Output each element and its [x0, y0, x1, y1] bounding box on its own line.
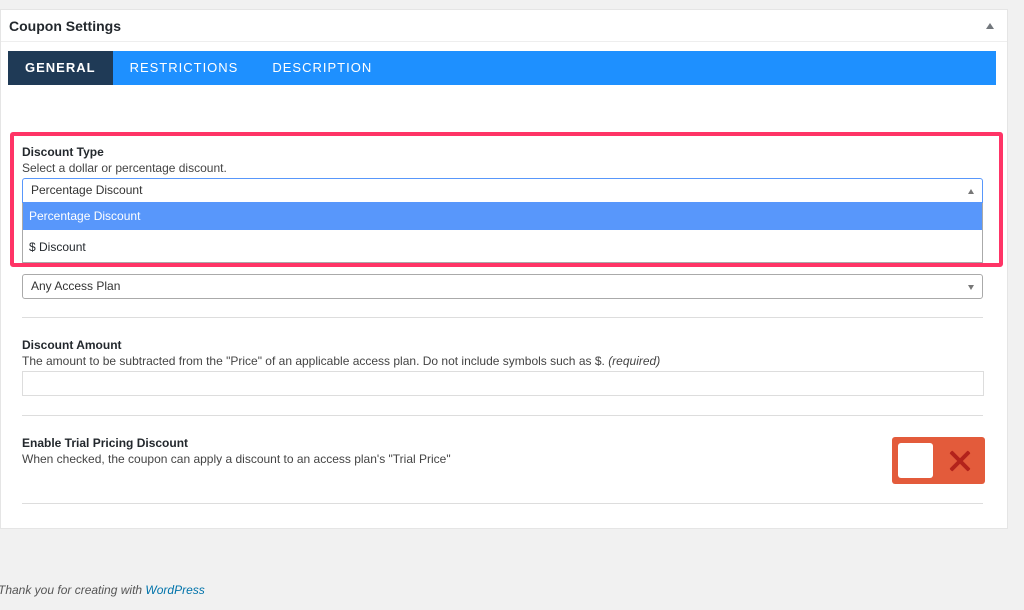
- discount-type-dropdown: Percentage Discount $ Discount: [22, 203, 983, 263]
- trial-pricing-label: Enable Trial Pricing Discount: [22, 436, 189, 450]
- tab-description[interactable]: DESCRIPTION: [255, 51, 389, 85]
- footer-text: Thank you for creating with WordPress: [0, 583, 205, 597]
- discount-type-label: Discount Type: [22, 145, 104, 159]
- access-plan-select[interactable]: Any Access Plan: [22, 274, 983, 299]
- access-plan-selected-value: Any Access Plan: [31, 279, 121, 293]
- required-note: (required): [608, 354, 661, 368]
- trial-pricing-toggle[interactable]: [892, 437, 985, 484]
- divider: [22, 415, 983, 416]
- toggle-knob: [898, 443, 933, 478]
- divider: [22, 317, 983, 318]
- dropdown-option-percentage[interactable]: Percentage Discount: [23, 203, 982, 230]
- collapse-arrow-icon[interactable]: [986, 23, 994, 29]
- settings-tabs: GENERAL RESTRICTIONS DESCRIPTION: [8, 51, 996, 85]
- close-x-icon: [947, 448, 973, 474]
- panel-title: Coupon Settings: [9, 18, 121, 34]
- discount-amount-description: The amount to be subtracted from the "Pr…: [22, 354, 661, 368]
- discount-amount-label: Discount Amount: [22, 338, 122, 352]
- trial-pricing-description: When checked, the coupon can apply a dis…: [22, 452, 451, 466]
- discount-amount-input[interactable]: [22, 371, 984, 396]
- divider: [22, 503, 983, 504]
- tab-restrictions[interactable]: RESTRICTIONS: [113, 51, 256, 85]
- wordpress-link[interactable]: WordPress: [145, 583, 204, 597]
- discount-type-select[interactable]: Percentage Discount: [22, 178, 983, 203]
- chevron-down-icon: [968, 285, 974, 290]
- coupon-settings-panel: Coupon Settings: [0, 9, 1008, 529]
- dropdown-option-dollar[interactable]: $ Discount: [23, 234, 982, 261]
- chevron-up-icon: [968, 189, 974, 194]
- panel-header: Coupon Settings: [1, 10, 1007, 42]
- discount-type-description: Select a dollar or percentage discount.: [22, 161, 227, 175]
- discount-type-selected-value: Percentage Discount: [31, 183, 143, 197]
- tab-general[interactable]: GENERAL: [8, 51, 113, 85]
